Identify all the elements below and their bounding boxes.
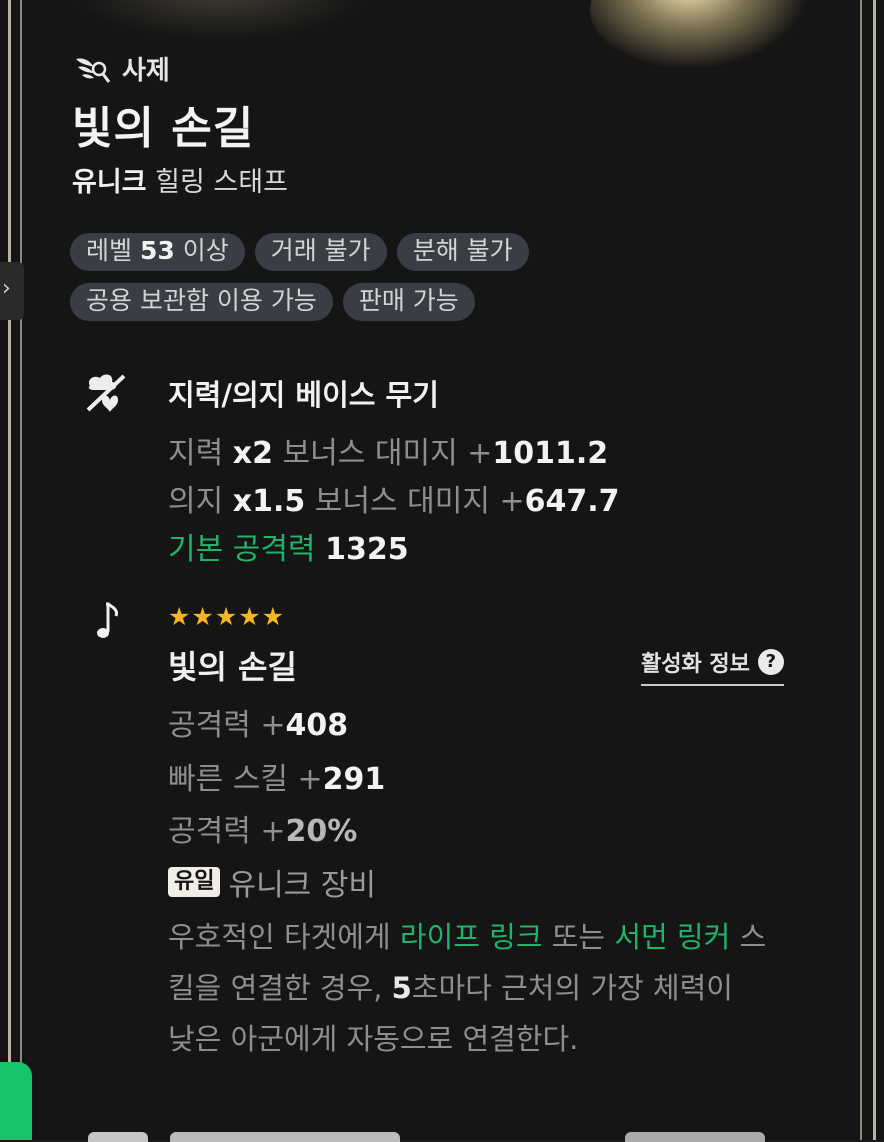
right-border-outer <box>873 0 876 1140</box>
skill-link-summon-linker: 서먼 링커 <box>614 920 731 954</box>
base-attack-line: 기본 공격력 1325 <box>168 532 409 567</box>
class-name: 사제 <box>122 56 170 86</box>
question-icon: ? <box>757 649 784 675</box>
skill-link-life-link: 라이프 링크 <box>399 920 543 954</box>
tag-untradeable: 거래 불가 <box>254 233 387 271</box>
left-border-inner <box>20 0 22 1140</box>
set-stat-line: 공격력 +408 <box>168 708 349 743</box>
tag-sellable: 판매 가능 <box>342 283 475 321</box>
unique-equipment-row: 유일 유니크 장비 <box>168 860 376 904</box>
activation-info-link[interactable]: 활성화 정보 ? <box>641 646 784 686</box>
right-border-inner <box>860 0 862 1140</box>
next-section-link-cutoff <box>625 1132 805 1142</box>
music-note-icon <box>97 602 118 638</box>
bonus-damage-line: 의지 x1.5 보너스 대미지 +647.7 <box>168 484 620 519</box>
tag-non-dismantlable: 분해 불가 <box>396 233 529 271</box>
tag-level-requirement: 레벨 53 이상 <box>70 233 245 271</box>
activation-info-label: 활성화 정보 <box>641 652 750 677</box>
tag-shared-storage: 공용 보관함 이용 가능 <box>70 283 333 321</box>
item-grade: 유니크 <box>72 167 147 198</box>
item-type-line: 유니크 힐링 스태프 <box>72 160 288 199</box>
effect-description: 우호적인 타겟에게 라이프 링크 또는 서먼 링커 스킬을 연결한 경우, 5초… <box>168 920 767 1056</box>
side-arrow-button[interactable]: › <box>0 262 24 320</box>
star-rating: ★★★★★ <box>168 602 286 631</box>
set-name: 빛의 손길 <box>168 648 297 686</box>
class-row: 사제 <box>72 50 170 87</box>
base-section-title: 지력/의지 베이스 무기 <box>168 378 439 412</box>
item-type: 힐링 스태프 <box>155 167 288 198</box>
item-glow-artwork <box>590 0 810 70</box>
item-tooltip-panel: › 사제 빛의 손길 유니크 힐링 스태프 레벨 53 이상 거래 불가 분해 … <box>0 0 884 1142</box>
set-stat-line: 공격력 +20% <box>168 814 358 849</box>
green-side-tab[interactable] <box>0 1062 32 1140</box>
item-title: 빛의 손길 <box>72 103 255 154</box>
left-border-outer <box>8 0 11 1140</box>
tag-list: 레벨 53 이상 거래 불가 분해 불가 공용 보관함 이용 가능 판매 가능 <box>70 233 630 321</box>
unique-equipment-text: 유니크 장비 <box>228 868 377 903</box>
chevron-right-icon: › <box>2 276 11 301</box>
sage-wings-icon <box>76 57 111 83</box>
background-glow <box>70 0 370 40</box>
set-stat-line: 빠른 스킬 +291 <box>168 762 386 797</box>
bonus-damage-line: 지력 x2 보너스 대미지 +1011.2 <box>168 436 609 471</box>
unique-badge: 유일 <box>168 867 221 897</box>
weapon-base-icon <box>86 374 126 412</box>
